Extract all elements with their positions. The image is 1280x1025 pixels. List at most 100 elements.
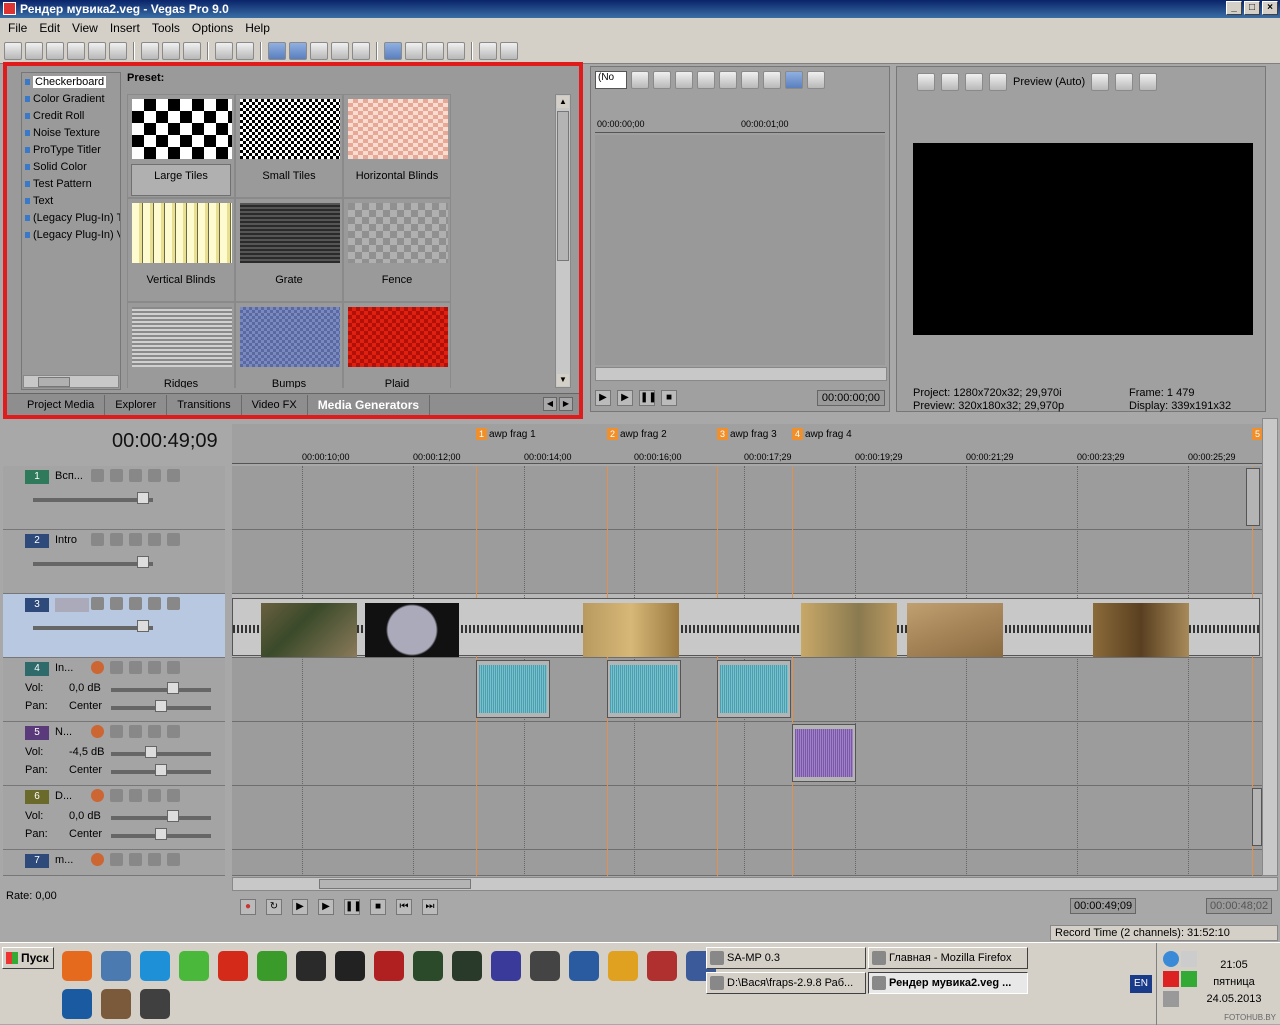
quick-launch-icon[interactable] bbox=[101, 989, 131, 1019]
quick-launch-icon[interactable] bbox=[101, 951, 131, 981]
add-to-timeline-end-icon[interactable] bbox=[763, 71, 781, 89]
cut-icon[interactable] bbox=[141, 41, 159, 60]
copy-snapshot-icon[interactable] bbox=[1115, 73, 1134, 91]
copy-icon[interactable] bbox=[162, 41, 180, 60]
mute-icon[interactable] bbox=[148, 789, 161, 802]
close-button[interactable]: × bbox=[1262, 1, 1278, 15]
motion-icon[interactable] bbox=[91, 533, 104, 546]
fx-icon[interactable] bbox=[129, 853, 142, 866]
motion-icon[interactable] bbox=[91, 469, 104, 482]
quick-launch-icon[interactable] bbox=[569, 951, 599, 981]
track-header-audio[interactable]: 5 N... Vol: -4,5 dB Pan: Center bbox=[3, 722, 225, 786]
quick-launch-icon[interactable] bbox=[296, 951, 326, 981]
zoom-tool-icon[interactable] bbox=[447, 41, 465, 60]
save-as-icon[interactable] bbox=[67, 41, 85, 60]
track-lane[interactable] bbox=[232, 722, 1262, 786]
overlays-icon[interactable] bbox=[1091, 73, 1110, 91]
slider-thumb[interactable] bbox=[155, 764, 167, 776]
trimmer-dropdown[interactable]: (No bbox=[595, 71, 627, 89]
record-arm-icon[interactable] bbox=[91, 661, 104, 674]
go-to-start-icon[interactable]: ⏮ bbox=[396, 899, 412, 915]
quick-launch-icon[interactable] bbox=[140, 951, 170, 981]
track-header-video[interactable]: 3 bbox=[3, 594, 225, 658]
open-icon[interactable] bbox=[25, 41, 43, 60]
tab-transitions[interactable]: Transitions bbox=[167, 394, 242, 415]
clear-icon[interactable] bbox=[675, 71, 693, 89]
generator-item[interactable]: (Legacy Plug-In) T bbox=[22, 209, 120, 226]
quick-launch-icon[interactable] bbox=[62, 989, 92, 1019]
volume-slider[interactable] bbox=[111, 752, 211, 756]
preset-large-tiles[interactable]: Large Tiles bbox=[127, 94, 235, 198]
record-arm-icon[interactable] bbox=[91, 789, 104, 802]
stop-icon[interactable]: ■ bbox=[661, 390, 677, 406]
save-snapshot-icon[interactable] bbox=[1139, 73, 1158, 91]
generator-item[interactable]: Checkerboard bbox=[22, 73, 120, 90]
track-name[interactable]: N... bbox=[55, 726, 89, 738]
quick-launch-icon[interactable] bbox=[335, 951, 365, 981]
scroll-thumb[interactable] bbox=[319, 879, 471, 889]
minimize-button[interactable]: _ bbox=[1226, 1, 1242, 15]
taskbar-item-vegas[interactable]: Рендер мувика2.veg ... bbox=[868, 972, 1028, 994]
marker[interactable]: 4 awp frag 4 bbox=[792, 428, 852, 440]
audio-event[interactable] bbox=[717, 660, 791, 718]
play-icon[interactable]: ▶ bbox=[318, 899, 334, 915]
preset-grate[interactable]: Grate bbox=[235, 198, 343, 302]
track-name[interactable]: Всп... bbox=[55, 470, 89, 482]
preset-plaid[interactable]: Plaid bbox=[343, 302, 451, 388]
timeline-ruler[interactable]: 00:00:10;00 00:00:12;00 00:00:14;00 00:0… bbox=[232, 448, 1262, 464]
marker[interactable]: 2 awp frag 2 bbox=[607, 428, 667, 440]
track-name[interactable]: m... bbox=[55, 854, 89, 866]
taskbar-item-firefox[interactable]: Главная - Mozilla Firefox bbox=[868, 947, 1028, 969]
generator-item[interactable]: Test Pattern bbox=[22, 175, 120, 192]
quick-launch-icon[interactable] bbox=[452, 951, 482, 981]
language-indicator[interactable]: EN bbox=[1130, 975, 1152, 993]
go-to-end-icon[interactable]: ⏭ bbox=[422, 899, 438, 915]
mute-icon[interactable] bbox=[148, 661, 161, 674]
quick-launch-icon[interactable] bbox=[608, 951, 638, 981]
timeline-vertical-scrollbar[interactable] bbox=[1262, 418, 1278, 876]
preview-quality-icon[interactable] bbox=[989, 73, 1007, 91]
auto-crossfade-icon[interactable] bbox=[289, 41, 307, 60]
motion-icon[interactable] bbox=[91, 597, 104, 610]
playback-rate[interactable]: Rate: 0,00 bbox=[6, 890, 57, 902]
preset-fence[interactable]: Fence bbox=[343, 198, 451, 302]
record-arm-icon[interactable] bbox=[91, 853, 104, 866]
timeline-tracks[interactable] bbox=[232, 466, 1262, 876]
menu-tools[interactable]: Tools bbox=[146, 21, 186, 35]
invert-phase-icon[interactable] bbox=[110, 789, 123, 802]
invert-phase-icon[interactable] bbox=[110, 725, 123, 738]
scroll-up-icon[interactable]: ▲ bbox=[557, 96, 569, 108]
slider-thumb[interactable] bbox=[155, 700, 167, 712]
lock-envelopes-icon[interactable] bbox=[331, 41, 349, 60]
invert-phase-icon[interactable] bbox=[110, 661, 123, 674]
envelope-tool-icon[interactable] bbox=[405, 41, 423, 60]
audio-event[interactable] bbox=[476, 660, 550, 718]
level-slider[interactable] bbox=[33, 562, 153, 566]
fx-icon[interactable] bbox=[129, 469, 142, 482]
fx-icon[interactable] bbox=[653, 71, 671, 89]
snapping-icon[interactable] bbox=[268, 41, 286, 60]
save-region-icon[interactable] bbox=[697, 71, 715, 89]
scroll-thumb[interactable] bbox=[38, 377, 70, 387]
slider-thumb[interactable] bbox=[167, 682, 179, 694]
quick-launch-icon[interactable] bbox=[62, 951, 92, 981]
marker[interactable]: 3 awp frag 3 bbox=[717, 428, 777, 440]
menu-edit[interactable]: Edit bbox=[33, 21, 66, 35]
generator-list-scrollbar[interactable] bbox=[23, 375, 119, 388]
marker[interactable]: 1 awp frag 1 bbox=[476, 428, 536, 440]
taskbar-item-samp[interactable]: SA-MP 0.3 bbox=[706, 947, 866, 969]
invert-phase-icon[interactable] bbox=[110, 853, 123, 866]
track-name[interactable]: D... bbox=[55, 790, 89, 802]
pause-icon[interactable]: ❚❚ bbox=[639, 390, 657, 406]
mute-icon[interactable] bbox=[148, 533, 161, 546]
trim-icon[interactable] bbox=[719, 71, 737, 89]
volume-slider[interactable] bbox=[111, 688, 211, 692]
solo-icon[interactable] bbox=[167, 789, 180, 802]
slider-thumb[interactable] bbox=[137, 620, 149, 632]
split-screen-icon[interactable] bbox=[965, 73, 983, 91]
clock[interactable]: 21:05 пятница 24.05.2013 bbox=[1188, 957, 1280, 1008]
generator-item[interactable]: Text bbox=[22, 192, 120, 209]
stop-icon[interactable]: ■ bbox=[370, 899, 386, 915]
menu-help[interactable]: Help bbox=[239, 21, 276, 35]
generator-item[interactable]: Color Gradient bbox=[22, 90, 120, 107]
